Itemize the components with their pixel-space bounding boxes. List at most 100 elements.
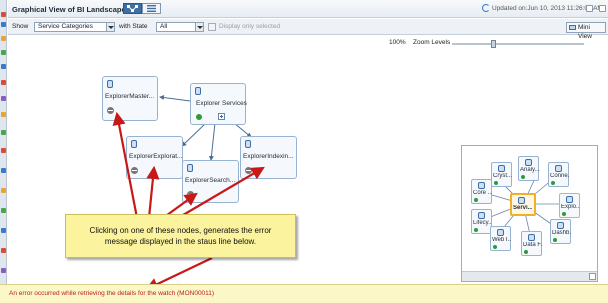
title-bar: Graphical View of BI Landscape Updated o… <box>8 0 608 18</box>
graph-view-icon <box>127 5 138 12</box>
database-icon <box>187 164 193 172</box>
graph-view-button[interactable] <box>123 3 142 14</box>
tool-icon[interactable] <box>1 228 6 233</box>
state-running-icon <box>524 250 528 254</box>
mini-node[interactable]: Data F... <box>521 231 542 256</box>
node-explorer-search[interactable]: ExplorerSearch... <box>182 160 239 203</box>
mini-node[interactable]: Core ... <box>471 179 492 204</box>
mini-node[interactable]: Analy... <box>518 156 539 181</box>
state-unavailable-icon <box>107 107 114 114</box>
mini-node[interactable]: Conne... <box>548 162 569 187</box>
tool-icon[interactable] <box>1 22 6 27</box>
tool-icon[interactable] <box>1 112 6 117</box>
list-view-icon <box>147 5 156 12</box>
annotation-callout: Clicking on one of these nodes, generate… <box>65 214 296 258</box>
mini-node-label: Conne... <box>550 173 569 179</box>
expand-icon[interactable] <box>218 113 225 120</box>
mini-node-label: Cryst... <box>493 173 512 179</box>
mini-node[interactable]: Dashb... <box>550 219 571 244</box>
filter-bar: Show Service Categories with State All D… <box>8 19 608 40</box>
list-view-button[interactable] <box>142 3 161 14</box>
chevron-down-icon <box>195 23 203 31</box>
display-selected-checkbox[interactable] <box>208 23 216 31</box>
tool-icon[interactable] <box>1 130 6 135</box>
database-icon <box>525 159 532 166</box>
state-running-icon <box>474 228 478 232</box>
tool-icon[interactable] <box>1 188 6 193</box>
state-running-icon <box>493 245 497 249</box>
database-icon <box>131 140 137 148</box>
mini-node[interactable]: Cryst... <box>491 162 512 187</box>
node-label: ExplorerIndexin... <box>243 153 294 160</box>
database-icon <box>497 229 504 236</box>
mini-view-footer <box>462 271 597 281</box>
view-toggle <box>123 3 161 14</box>
mini-node-label: Explo... <box>561 204 580 210</box>
node-explorer-indexin[interactable]: ExplorerIndexin... <box>240 136 297 179</box>
zoom-label: Zoom Levels <box>413 39 451 46</box>
tool-icon[interactable] <box>1 268 6 273</box>
help-icon[interactable] <box>586 5 593 12</box>
zoom-slider[interactable] <box>452 40 584 48</box>
refresh-icon[interactable] <box>482 4 490 12</box>
status-bar: An error occurred while retrieving the d… <box>0 284 608 303</box>
tool-icon[interactable] <box>1 248 6 253</box>
database-icon <box>245 140 251 148</box>
tool-icon[interactable] <box>1 64 6 69</box>
mini-view-panel[interactable]: Analy... Cryst... Conne... Core ... Serv… <box>461 145 598 282</box>
database-icon <box>107 80 113 88</box>
tool-icon[interactable] <box>1 168 6 173</box>
database-icon <box>478 182 485 189</box>
state-running-icon <box>551 181 555 185</box>
tool-icon[interactable] <box>1 80 6 85</box>
state-running-icon <box>553 238 557 242</box>
status-error-message: An error occurred while retrieving the d… <box>9 290 215 297</box>
state-unavailable-icon <box>245 167 252 174</box>
server-icon <box>195 87 201 95</box>
resize-icon[interactable] <box>589 273 596 280</box>
mini-node[interactable]: Explo... <box>559 193 580 218</box>
tool-icon[interactable] <box>1 36 6 41</box>
chevron-down-icon <box>106 23 114 31</box>
state-running-icon <box>521 175 525 179</box>
node-label: ExplorerSearch... <box>185 177 236 184</box>
page-title: Graphical View of BI Landscape <box>12 5 126 14</box>
tool-icon[interactable] <box>1 50 6 55</box>
zoom-percent: 100% <box>389 39 406 46</box>
mini-node[interactable]: Web I... <box>490 226 511 251</box>
database-icon <box>557 222 564 229</box>
database-icon <box>528 234 535 241</box>
maximize-icon[interactable] <box>599 5 606 12</box>
tool-icon[interactable] <box>1 96 6 101</box>
state-unavailable-icon <box>131 167 138 174</box>
tool-icon[interactable] <box>1 208 6 213</box>
mini-node-label: Lifecy... <box>473 220 492 226</box>
mini-view-icon <box>569 25 576 30</box>
state-running-icon <box>196 114 202 120</box>
mini-node-label: Analy... <box>520 167 539 173</box>
node-explorer-master[interactable]: ExplorerMaster... <box>102 76 158 121</box>
node-explorer-services[interactable]: Explorer Services <box>190 83 247 125</box>
state-running-icon <box>494 181 498 185</box>
mini-node-center[interactable]: Servi... <box>510 193 536 216</box>
tool-icon[interactable] <box>1 12 6 17</box>
state-running-icon <box>474 198 478 202</box>
tool-icon[interactable] <box>1 148 6 153</box>
header-actions <box>586 5 606 12</box>
node-explorer-explorat[interactable]: ExplorerExplorat... <box>126 136 183 179</box>
mini-view-button[interactable]: Mini View <box>566 22 606 40</box>
state-unavailable-icon <box>187 191 194 198</box>
zoom-slider-thumb[interactable] <box>491 40 496 48</box>
category-select-value: Service Categories <box>38 23 93 30</box>
category-select[interactable]: Service Categories <box>34 22 115 32</box>
state-select[interactable]: All <box>156 22 204 32</box>
left-toolbar <box>0 0 7 284</box>
mini-node-label: Data F... <box>523 242 542 248</box>
node-label: ExplorerExplorat... <box>129 153 183 160</box>
node-label: Explorer Services <box>196 100 247 107</box>
mini-view-label: Mini View <box>578 24 592 40</box>
mini-node[interactable]: Lifecy... <box>471 209 492 234</box>
server-icon <box>518 197 525 204</box>
database-icon <box>478 212 485 219</box>
state-label: with State <box>119 23 148 30</box>
